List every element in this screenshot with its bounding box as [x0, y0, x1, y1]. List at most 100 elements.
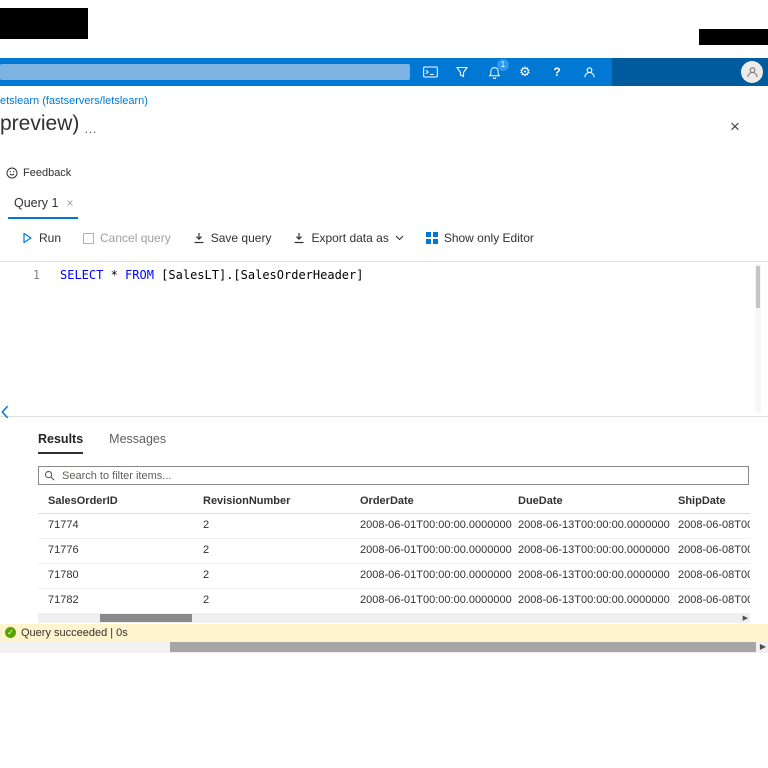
context-menu-icon[interactable]: … [84, 121, 98, 136]
table-row[interactable]: 71780 2 2008-06-01T00:00:00.0000000 2008… [38, 563, 750, 589]
table-cell: 2008-06-01T00:00:00.0000000 [360, 563, 512, 588]
save-query-button[interactable]: Save query [193, 231, 272, 245]
table-cell: 71774 [48, 513, 79, 538]
breadcrumb[interactable]: etslearn (fastservers/letslearn) [0, 95, 148, 107]
export-download-icon [293, 232, 305, 244]
column-header[interactable]: OrderDate [360, 489, 414, 513]
window-artifact-left [0, 8, 88, 39]
tab-results[interactable]: Results [38, 432, 83, 454]
play-icon [22, 232, 33, 244]
table-cell: 2008-06-08T00: [678, 513, 750, 538]
cancel-query-label: Cancel query [100, 231, 171, 245]
line-number: 1 [0, 268, 40, 282]
filter-box [38, 466, 749, 485]
gear-glyph: ⚙ [519, 66, 531, 79]
editor-vertical-scrollbar[interactable] [755, 264, 761, 412]
editor-scrollbar-thumb[interactable] [756, 266, 760, 308]
table-cell: 2008-06-01T00:00:00.0000000 [360, 538, 512, 563]
global-search-input[interactable] [0, 64, 410, 80]
top-nav-bar: 1 ⚙ ? [0, 58, 768, 86]
sql-operator: * [103, 268, 125, 282]
success-check-icon: ✓ [5, 627, 16, 638]
table-cell: 2008-06-01T00:00:00.0000000 [360, 513, 512, 538]
table-row[interactable]: 71776 2 2008-06-01T00:00:00.0000000 2008… [38, 538, 750, 564]
filter-items-input[interactable] [60, 469, 743, 483]
run-label: Run [39, 231, 61, 245]
account-avatar[interactable] [741, 61, 763, 83]
table-row[interactable]: 71782 2 2008-06-01T00:00:00.0000000 2008… [38, 588, 750, 614]
table-cell: 2008-06-08T00: [678, 563, 750, 588]
scroll-right-arrow-icon[interactable]: ▶ [760, 641, 766, 653]
export-data-as-button[interactable]: Export data as [293, 231, 403, 245]
settings-gear-icon[interactable]: ⚙ [511, 58, 539, 86]
table-scrollbar-thumb[interactable] [100, 614, 192, 622]
search-icon [44, 470, 55, 481]
run-button[interactable]: Run [22, 231, 61, 245]
tab-query-1[interactable]: Query 1 × [14, 196, 73, 210]
table-cell: 2008-06-08T00: [678, 538, 750, 563]
table-row[interactable]: 71774 2 2008-06-01T00:00:00.0000000 2008… [38, 513, 750, 539]
query-toolbar: Run Cancel query Save query Export data … [22, 231, 534, 245]
cancel-query-button[interactable]: Cancel query [83, 231, 171, 245]
status-message: Query succeeded | 0s [21, 627, 128, 639]
stop-icon [83, 233, 94, 244]
table-cell: 2008-06-13T00:00:00.0000000 [518, 563, 670, 588]
table-cell: 2008-06-01T00:00:00.0000000 [360, 588, 512, 613]
directory-filter-icon[interactable] [448, 58, 476, 86]
chevron-left-icon [1, 405, 9, 419]
help-glyph: ? [553, 65, 560, 79]
table-header-row: SalesOrderID RevisionNumber OrderDate Du… [38, 489, 750, 514]
table-cell: 2 [203, 563, 209, 588]
screen: 1 ⚙ ? etslearn (fastservers/letslearn) p… [0, 0, 768, 768]
close-tab-icon[interactable]: × [66, 196, 73, 210]
feedback-link[interactable]: Feedback [6, 167, 71, 179]
collapse-panel-chevron[interactable] [1, 405, 9, 424]
status-bar: ✓ Query succeeded | 0s [0, 624, 768, 641]
table-cell: 71780 [48, 563, 79, 588]
sql-identifier: [SalesLT].[SalesOrderHeader] [154, 268, 364, 282]
table-horizontal-scrollbar[interactable]: ▶ [38, 613, 750, 623]
scroll-right-arrow-icon[interactable]: ▶ [743, 613, 748, 623]
feedback-person-icon[interactable] [575, 58, 603, 86]
table-cell: 2008-06-08T00: [678, 588, 750, 613]
column-header[interactable]: ShipDate [678, 489, 726, 513]
sql-keyword-from: FROM [125, 268, 154, 282]
grid-icon [426, 232, 438, 244]
notifications-bell-icon[interactable]: 1 [480, 58, 508, 86]
active-tab-underline [8, 217, 78, 219]
table-cell: 2 [203, 513, 209, 538]
show-only-editor-button[interactable]: Show only Editor [426, 231, 534, 245]
column-header[interactable]: RevisionNumber [203, 489, 290, 513]
page-scrollbar-thumb[interactable] [170, 642, 756, 652]
query-tab-label: Query 1 [14, 196, 58, 210]
table-cell: 2008-06-13T00:00:00.0000000 [518, 513, 670, 538]
sql-editor[interactable]: 1 SELECT * FROM [SalesLT].[SalesOrderHea… [0, 261, 768, 417]
tab-messages[interactable]: Messages [109, 432, 166, 454]
cloud-shell-icon[interactable] [416, 58, 444, 86]
notification-badge: 1 [497, 59, 509, 71]
results-table: SalesOrderID RevisionNumber OrderDate Du… [38, 489, 750, 615]
column-header[interactable]: DueDate [518, 489, 563, 513]
page-title: preview) [0, 112, 79, 136]
show-only-editor-label: Show only Editor [444, 231, 534, 245]
table-cell: 2 [203, 588, 209, 613]
sql-keyword-select: SELECT [60, 268, 103, 282]
table-cell: 2008-06-13T00:00:00.0000000 [518, 538, 670, 563]
results-messages-tabs: Results Messages [38, 432, 166, 454]
page-horizontal-scrollbar[interactable]: ▶ [0, 641, 768, 653]
save-query-label: Save query [211, 231, 272, 245]
close-blade-button[interactable]: × [730, 117, 740, 137]
table-cell: 2008-06-13T00:00:00.0000000 [518, 588, 670, 613]
table-cell: 71782 [48, 588, 79, 613]
save-download-icon [193, 232, 205, 244]
table-cell: 71776 [48, 538, 79, 563]
help-icon[interactable]: ? [543, 58, 571, 86]
column-header[interactable]: SalesOrderID [48, 489, 118, 513]
export-data-as-label: Export data as [311, 231, 388, 245]
window-artifact-right [699, 29, 768, 45]
feedback-label: Feedback [23, 167, 71, 179]
chevron-down-icon [395, 235, 404, 241]
smiley-feedback-icon [6, 167, 18, 179]
sql-code-line: SELECT * FROM [SalesLT].[SalesOrderHeade… [60, 268, 363, 282]
table-cell: 2 [203, 538, 209, 563]
